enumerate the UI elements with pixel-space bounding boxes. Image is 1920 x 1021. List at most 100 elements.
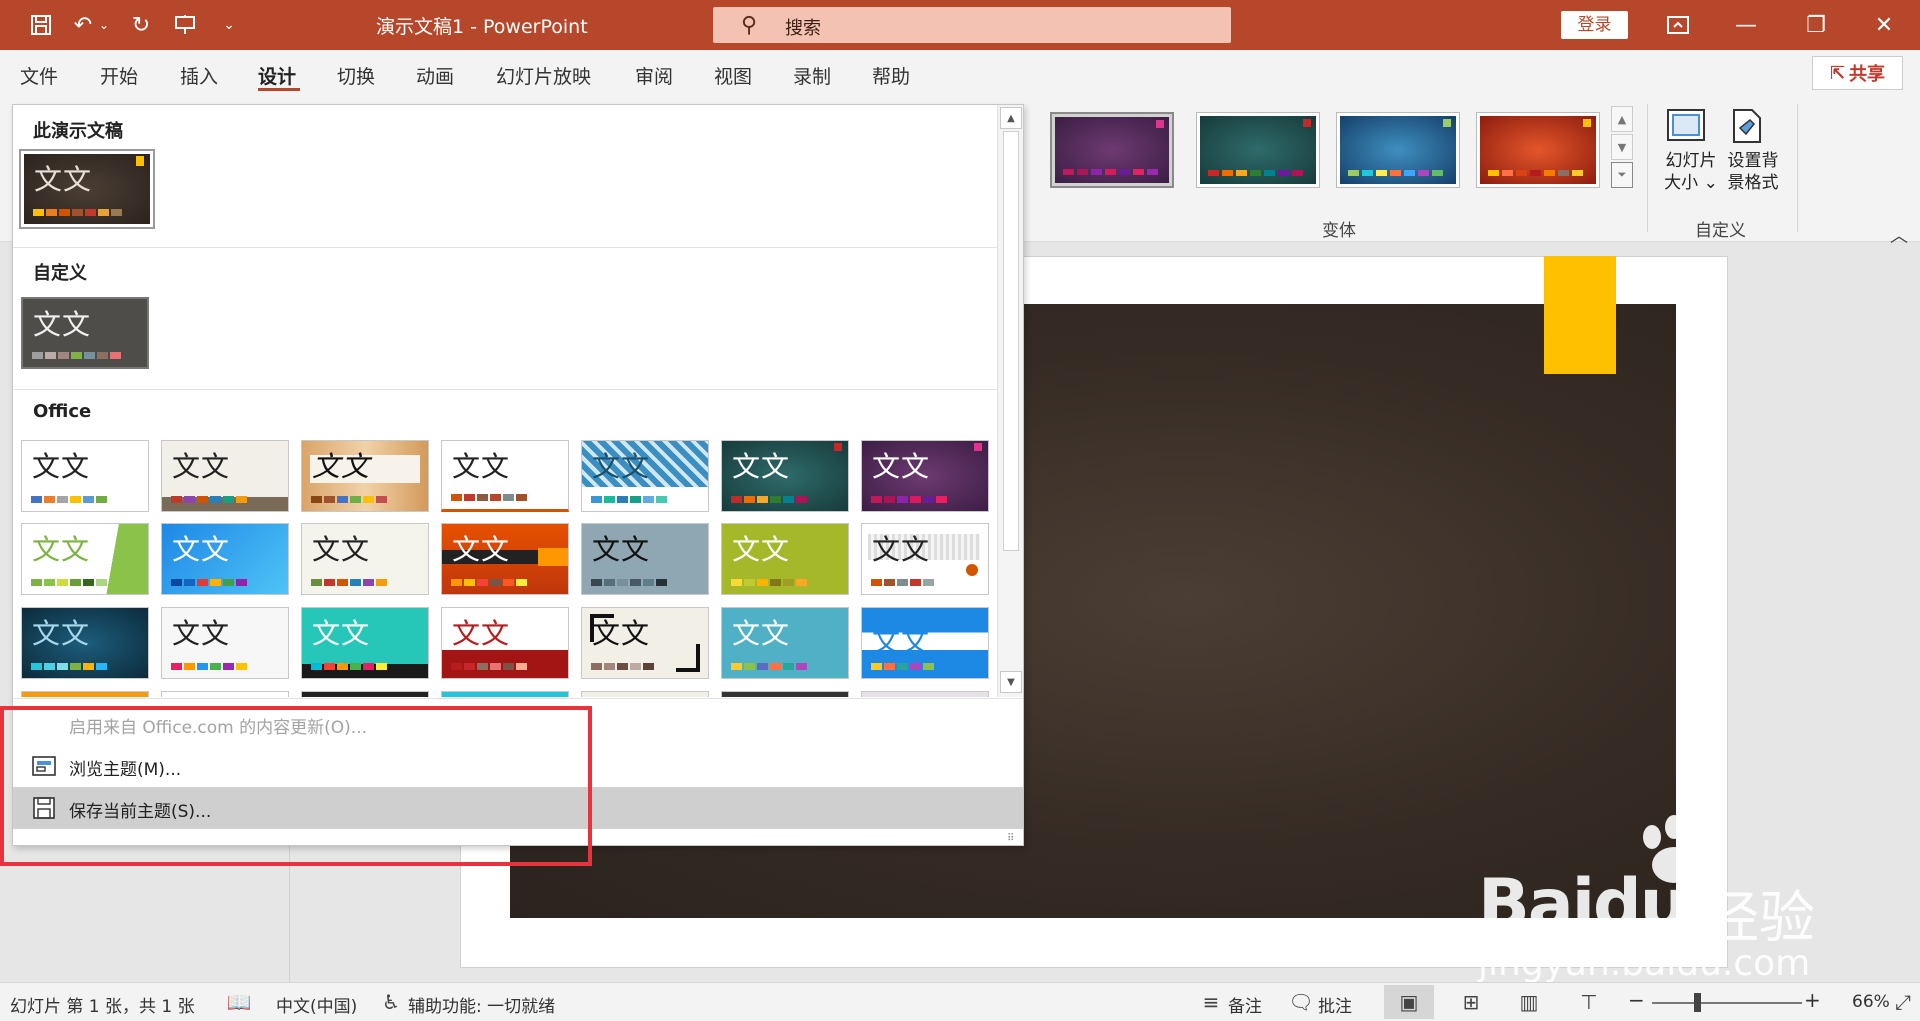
- theme-partial[interactable]: [21, 691, 149, 697]
- theme-current[interactable]: 文文: [19, 149, 155, 229]
- fit-to-window-icon[interactable]: ⤢: [1890, 989, 1916, 1015]
- tab-insert[interactable]: 插入: [180, 62, 218, 89]
- divider: [13, 247, 997, 248]
- tab-file[interactable]: 文件: [20, 62, 58, 89]
- login-button[interactable]: 登录: [1561, 11, 1628, 39]
- variant-thumb-4[interactable]: [1476, 112, 1600, 188]
- divider: [13, 389, 997, 390]
- tab-slideshow[interactable]: 幻灯片放映: [496, 62, 591, 89]
- theme-sky[interactable]: 文文: [721, 607, 849, 679]
- theme-orange[interactable]: 文文: [441, 523, 569, 595]
- theme-organic[interactable]: 文文: [301, 523, 429, 595]
- redo-icon[interactable]: ↻: [126, 10, 156, 40]
- ribbon-tabs: 文件 开始 插入 设计 切换 动画 幻灯片放映 审阅 视图 录制 帮助 ⇱ 共享: [0, 50, 1920, 94]
- variant-thumb-3[interactable]: [1336, 112, 1460, 188]
- customize-toolbar-icon[interactable]: ⌄: [214, 10, 244, 40]
- theme-partial[interactable]: [861, 691, 989, 697]
- format-background-icon: [1733, 109, 1761, 143]
- section-office: Office: [33, 401, 92, 422]
- slide-counter: 幻灯片 第 1 张，共 1 张: [10, 997, 195, 1017]
- comments-button[interactable]: 批注: [1318, 992, 1352, 1017]
- ribbon-display-icon[interactable]: [1658, 10, 1698, 40]
- zoom-in-icon[interactable]: +: [1804, 988, 1821, 1012]
- theme-teal[interactable]: 文文: [721, 440, 849, 512]
- tab-home[interactable]: 开始: [100, 62, 138, 89]
- theme-partial[interactable]: [161, 691, 289, 697]
- variants-more-button[interactable]: ⏷: [1611, 162, 1633, 188]
- format-background-button[interactable]: 设置背 景格式: [1724, 106, 1782, 216]
- close-icon[interactable]: ✕: [1864, 10, 1904, 40]
- tab-animations[interactable]: 动画: [416, 62, 454, 89]
- zoom-level[interactable]: 66%: [1852, 992, 1890, 1012]
- collapse-ribbon-icon[interactable]: ︿: [1890, 222, 1908, 248]
- tab-design[interactable]: 设计: [258, 62, 296, 89]
- theme-aqua[interactable]: 文文: [301, 607, 429, 679]
- undo-dropdown-icon[interactable]: ⌄: [96, 10, 112, 40]
- tab-view[interactable]: 视图: [714, 62, 752, 89]
- comments-icon[interactable]: 🗨: [1288, 989, 1314, 1015]
- theme-purple[interactable]: 文文: [861, 440, 989, 512]
- accessibility-icon[interactable]: ♿: [378, 989, 404, 1015]
- zoom-out-icon[interactable]: −: [1628, 988, 1645, 1012]
- scroll-down-arrow[interactable]: ▼: [1000, 671, 1022, 693]
- normal-view-icon[interactable]: ▣: [1384, 985, 1434, 1019]
- tab-review[interactable]: 审阅: [635, 62, 673, 89]
- variants-scroll-up[interactable]: ▲: [1611, 106, 1633, 132]
- minimize-icon[interactable]: —: [1726, 10, 1766, 40]
- divider: [13, 698, 1023, 699]
- format-background-label-1: 设置背: [1727, 151, 1779, 171]
- notes-icon[interactable]: ≡: [1198, 989, 1224, 1015]
- variant-thumb-1[interactable]: [1050, 112, 1174, 188]
- resize-grip-icon[interactable]: ⠿: [1007, 833, 1014, 844]
- restore-icon[interactable]: ❐: [1796, 10, 1836, 40]
- accessibility-status[interactable]: 辅助功能: 一切就绪: [408, 992, 555, 1017]
- theme-custom-1[interactable]: 文文: [21, 297, 149, 369]
- slide-sorter-icon[interactable]: ⊞: [1458, 989, 1484, 1015]
- language-indicator[interactable]: 中文(中国): [276, 992, 357, 1017]
- title-bar: ↶ ⌄ ↻ ⌄ 演示文稿1 - PowerPoint ⚲ 搜索 登录 — ❐ ✕: [0, 0, 1920, 50]
- scroll-thumb[interactable]: [1003, 131, 1019, 551]
- spelling-icon[interactable]: 📖: [226, 989, 252, 1015]
- notes-button[interactable]: 备注: [1228, 992, 1262, 1017]
- slide-size-icon: [1667, 109, 1705, 141]
- tab-transitions[interactable]: 切换: [337, 62, 375, 89]
- slide-size-button[interactable]: 幻灯片 大小 ⌄: [1664, 106, 1718, 216]
- theme-red-paper[interactable]: 文文: [441, 607, 569, 679]
- theme-partial[interactable]: [721, 691, 849, 697]
- gallery-scrollbar[interactable]: ▲ ▼: [997, 105, 1023, 697]
- tab-record[interactable]: 录制: [793, 62, 831, 89]
- theme-office[interactable]: 文文: [21, 440, 149, 512]
- theme-green-facet[interactable]: 文文: [21, 523, 149, 595]
- share-button[interactable]: ⇱ 共享: [1812, 56, 1903, 90]
- format-background-label-2: 景格式: [1727, 173, 1779, 193]
- variant-thumb-2[interactable]: [1196, 112, 1320, 188]
- theme-newsprint[interactable]: 文文: [861, 523, 989, 595]
- theme-slate[interactable]: 文文: [581, 523, 709, 595]
- tab-help[interactable]: 帮助: [872, 62, 910, 89]
- slideshow-view-icon[interactable]: ⊤: [1576, 989, 1602, 1015]
- save-icon[interactable]: [26, 10, 56, 40]
- theme-blue[interactable]: 文文: [161, 523, 289, 595]
- zoom-slider-thumb[interactable]: [1694, 993, 1701, 1012]
- theme-facet[interactable]: 文文: [161, 440, 289, 512]
- theme-frame[interactable]: 文文: [581, 607, 709, 679]
- theme-partial[interactable]: [301, 691, 429, 697]
- scroll-up-arrow[interactable]: ▲: [1000, 107, 1022, 129]
- theme-partial[interactable]: [441, 691, 569, 697]
- theme-lime[interactable]: 文文: [721, 523, 849, 595]
- variants-scroll-down[interactable]: ▼: [1611, 134, 1633, 160]
- watermark-cn: 经验: [1703, 886, 1815, 951]
- theme-ion[interactable]: 文文: [441, 440, 569, 512]
- undo-icon[interactable]: ↶: [68, 10, 98, 40]
- theme-celestial[interactable]: 文文: [581, 440, 709, 512]
- search-box[interactable]: ⚲ 搜索: [713, 7, 1231, 43]
- share-label: 共享: [1849, 64, 1886, 85]
- theme-banded[interactable]: 文文: [861, 607, 989, 679]
- theme-partial[interactable]: [581, 691, 709, 697]
- present-from-start-icon[interactable]: [170, 10, 200, 40]
- theme-dots[interactable]: 文文: [161, 607, 289, 679]
- zoom-slider[interactable]: [1652, 1002, 1802, 1004]
- theme-dark-teal[interactable]: 文文: [21, 607, 149, 679]
- theme-wood[interactable]: 文文: [301, 440, 429, 512]
- reading-view-icon[interactable]: ▥: [1516, 989, 1542, 1015]
